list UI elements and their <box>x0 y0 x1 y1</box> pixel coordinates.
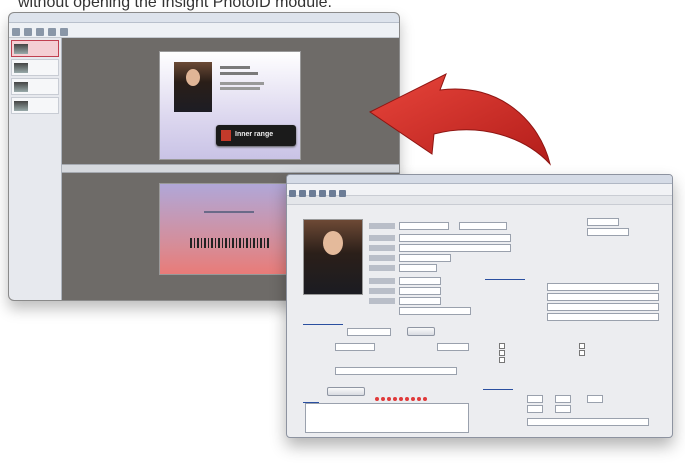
template-thumbnail <box>14 43 28 54</box>
text-field[interactable] <box>399 254 451 262</box>
prev-record-icon[interactable] <box>299 190 306 197</box>
text-field[interactable] <box>399 287 441 295</box>
card-front-preview[interactable]: Inner range <box>159 51 301 160</box>
caption-text: without opening the Insight PhotoID modu… <box>18 0 332 11</box>
checkbox[interactable] <box>579 343 585 349</box>
zoom-icon[interactable] <box>60 28 68 36</box>
menu-bar[interactable] <box>9 13 399 23</box>
field-label <box>369 235 395 241</box>
text-field[interactable] <box>399 222 449 230</box>
text-field[interactable] <box>587 228 629 236</box>
logo-text: Inner range <box>235 131 274 138</box>
dropdown-field[interactable] <box>547 293 659 301</box>
checkbox[interactable] <box>579 350 585 356</box>
section-heading <box>303 318 343 325</box>
notes-textarea[interactable] <box>305 403 469 433</box>
signature-line <box>204 211 254 213</box>
status-dot <box>399 397 403 401</box>
text-field[interactable] <box>347 328 391 336</box>
text-field[interactable] <box>399 277 441 285</box>
date-field[interactable] <box>399 264 437 272</box>
new-icon[interactable] <box>12 28 20 36</box>
text-field[interactable] <box>437 343 469 351</box>
dropdown-field[interactable] <box>547 303 659 311</box>
status-dot <box>381 397 385 401</box>
card-photo <box>174 62 212 112</box>
template-thumbnail <box>14 81 28 92</box>
toolbar <box>9 23 399 38</box>
field-label <box>369 245 395 251</box>
template-item[interactable] <box>11 97 59 114</box>
text-field[interactable] <box>527 405 543 413</box>
field-label <box>369 255 395 261</box>
dropdown-field[interactable] <box>335 343 375 351</box>
text-field[interactable] <box>587 395 603 403</box>
dropdown-field[interactable] <box>547 313 659 321</box>
print-icon[interactable] <box>48 28 56 36</box>
field-label <box>369 223 395 229</box>
save-icon[interactable] <box>319 190 326 197</box>
field-label <box>369 278 395 284</box>
card-name-line <box>220 72 258 75</box>
template-item[interactable] <box>11 78 59 95</box>
splitter-bar[interactable] <box>62 164 399 173</box>
card-name-line <box>220 66 250 69</box>
template-item[interactable] <box>11 59 59 76</box>
status-dot <box>411 397 415 401</box>
template-list <box>9 38 62 300</box>
status-dot <box>387 397 391 401</box>
card-dept-line <box>220 87 260 90</box>
card-dept-line <box>220 82 264 85</box>
section-heading <box>483 383 513 390</box>
user-record-window <box>286 174 673 438</box>
status-dot <box>423 397 427 401</box>
save-icon[interactable] <box>36 28 44 36</box>
text-field[interactable] <box>555 395 571 403</box>
next-record-icon[interactable] <box>309 190 316 197</box>
section-heading <box>485 273 525 280</box>
status-dot <box>393 397 397 401</box>
logo-mark-icon <box>221 130 231 141</box>
card-button[interactable] <box>327 387 365 396</box>
record-toolbar <box>287 184 672 197</box>
status-dot <box>405 397 409 401</box>
text-field[interactable] <box>399 234 511 242</box>
window-title-bar <box>287 175 672 184</box>
checkbox[interactable] <box>499 350 505 356</box>
text-field[interactable] <box>399 297 441 305</box>
template-item[interactable] <box>11 40 59 57</box>
dropdown-field[interactable] <box>547 283 659 291</box>
open-icon[interactable] <box>24 28 32 36</box>
checkbox[interactable] <box>499 357 505 363</box>
text-field[interactable] <box>335 367 457 375</box>
card-back-preview[interactable] <box>159 183 301 275</box>
text-field[interactable] <box>399 244 511 252</box>
barcode <box>190 238 270 248</box>
text-field[interactable] <box>527 395 543 403</box>
first-record-icon[interactable] <box>289 190 296 197</box>
status-dot <box>417 397 421 401</box>
field-label <box>369 288 395 294</box>
delete-icon[interactable] <box>329 190 336 197</box>
curved-arrow-icon <box>369 72 551 166</box>
text-field[interactable] <box>587 218 619 226</box>
checkbox[interactable] <box>499 343 505 349</box>
company-logo: Inner range <box>216 125 296 146</box>
status-dot <box>375 397 379 401</box>
field-label <box>369 265 395 271</box>
tab-strip[interactable] <box>287 196 672 205</box>
user-photo[interactable] <box>303 219 363 295</box>
field-label <box>369 298 395 304</box>
text-field[interactable] <box>555 405 571 413</box>
template-thumbnail <box>14 62 28 73</box>
search-icon[interactable] <box>339 190 346 197</box>
text-field[interactable] <box>459 222 507 230</box>
dropdown-field[interactable] <box>527 418 649 426</box>
text-field[interactable] <box>399 307 471 315</box>
action-button[interactable] <box>407 327 435 336</box>
template-thumbnail <box>14 100 28 111</box>
